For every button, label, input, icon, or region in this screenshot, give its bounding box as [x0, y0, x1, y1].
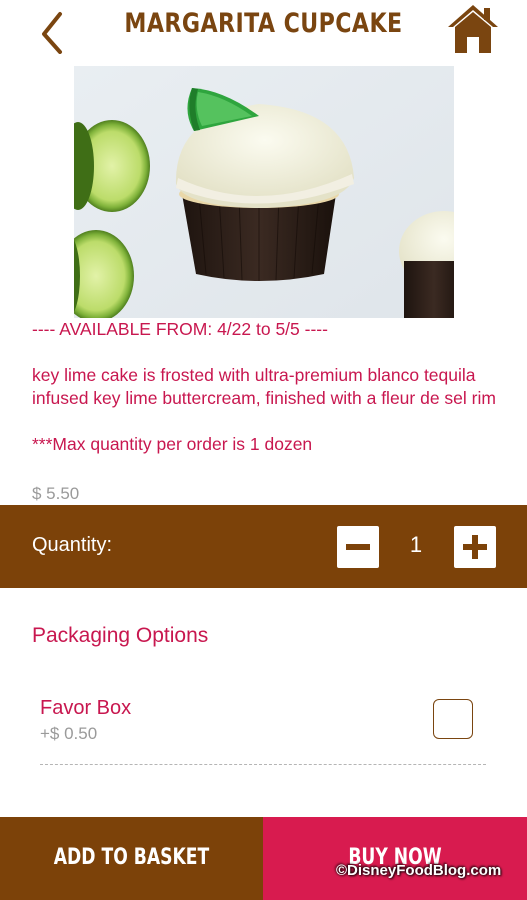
chevron-left-icon	[42, 12, 62, 54]
buy-now-button[interactable]: BUY NOW	[263, 817, 527, 900]
product-image	[74, 66, 454, 318]
max-quantity-note: ***Max quantity per order is 1 dozen	[32, 434, 313, 454]
favor-box-checkbox[interactable]	[433, 699, 473, 739]
option-divider	[40, 764, 486, 765]
home-icon	[448, 5, 498, 53]
product-description: ---- AVAILABLE FROM: 4/22 to 5/5 ---- ke…	[32, 318, 502, 456]
header-bar: MARGARITA CUPCAKE	[0, 0, 527, 62]
home-button[interactable]	[446, 3, 500, 55]
option-price: +$ 0.50	[40, 724, 98, 743]
description-text: key lime cake is frosted with ultra-prem…	[32, 365, 496, 408]
decrease-quantity-button[interactable]	[337, 526, 379, 568]
quantity-bar: Quantity: 1	[0, 505, 527, 588]
add-to-basket-label: ADD TO BASKET	[53, 845, 210, 870]
watermark-text: ©DisneyFoodBlog.com	[336, 862, 502, 879]
back-button[interactable]	[30, 6, 74, 54]
product-price: $ 5.50	[32, 484, 80, 503]
minus-icon	[346, 544, 370, 550]
plus-icon	[463, 535, 487, 559]
page-title: MARGARITA CUPCAKE	[124, 8, 403, 39]
increase-quantity-button[interactable]	[454, 526, 496, 568]
quantity-value: 1	[409, 532, 423, 557]
add-to-basket-button[interactable]: ADD TO BASKET	[0, 817, 263, 900]
quantity-label: Quantity:	[32, 534, 113, 556]
option-name: Favor Box	[40, 697, 132, 719]
availability-text: ---- AVAILABLE FROM: 4/22 to 5/5 ----	[32, 319, 328, 339]
packaging-options-heading: Packaging Options	[32, 624, 209, 647]
